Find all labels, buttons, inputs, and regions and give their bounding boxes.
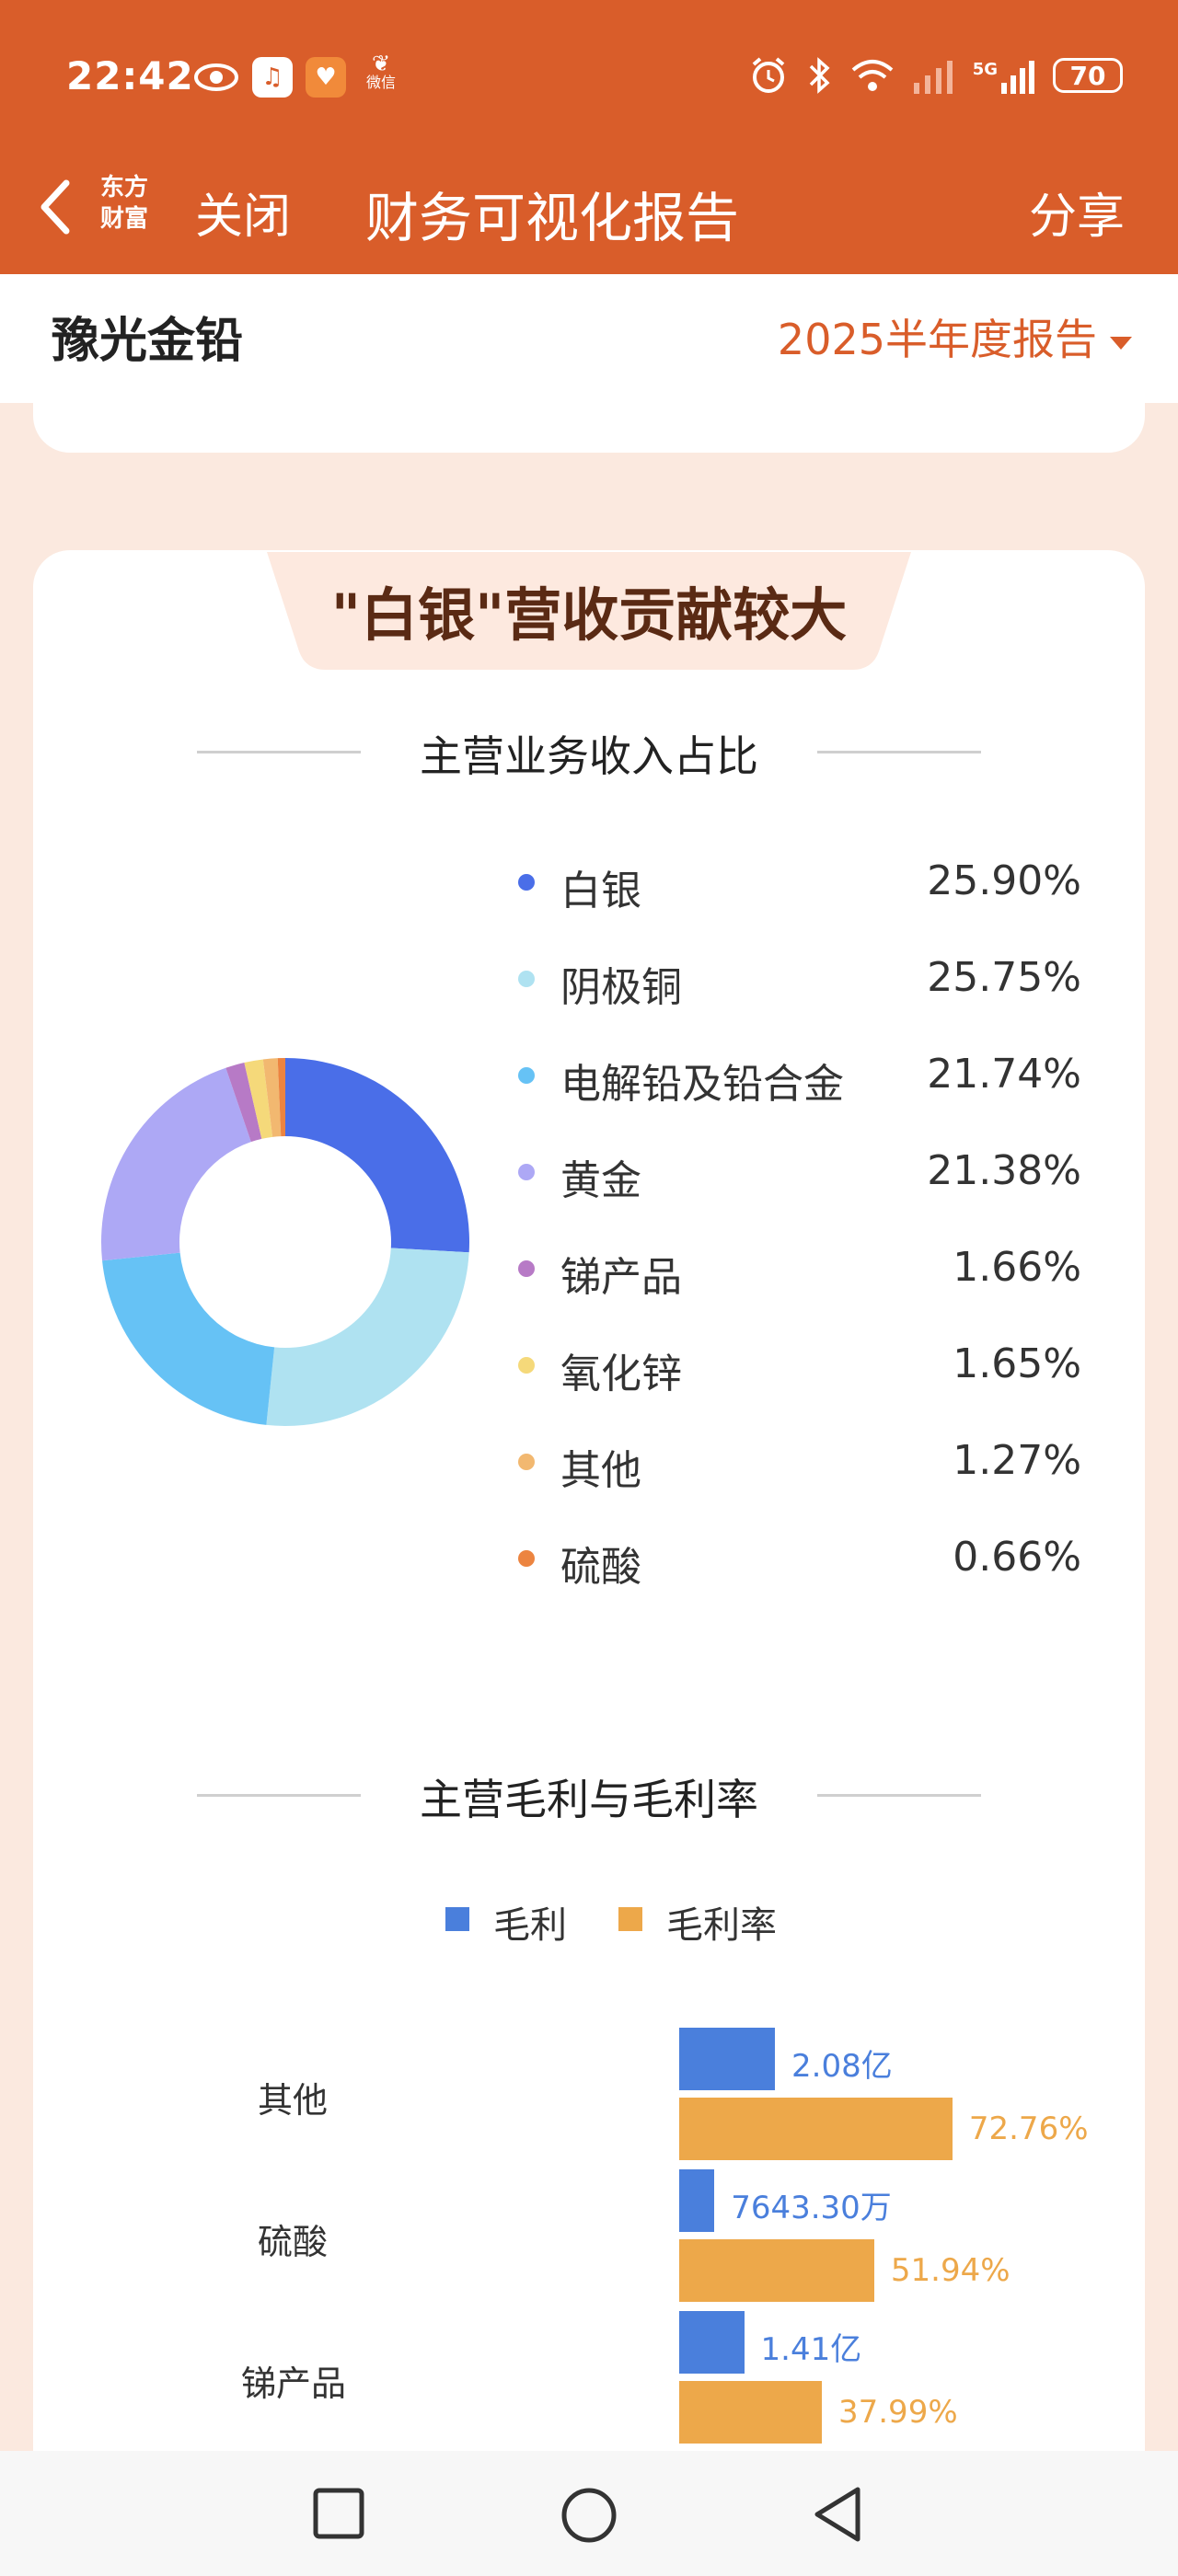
legend-item: 黄金 21.38% (511, 1145, 1081, 1204)
profit-legend-label: 毛利 (493, 1904, 567, 1947)
status-time: 22:42 (66, 53, 194, 98)
legend-label: 其他 (560, 1447, 641, 1494)
legend-dot (518, 874, 535, 891)
share-button[interactable]: 分享 (1029, 178, 1125, 247)
legend-dot (518, 971, 535, 987)
donut-slice-1 (266, 1248, 469, 1426)
legend-label: 锑产品 (560, 1254, 682, 1301)
alarm-icon (752, 57, 784, 93)
banner-title: "白银"营收贡献较大 (330, 581, 848, 649)
report-period-dropdown[interactable]: 2025半年度报告 (778, 306, 1132, 367)
profit-bar-label: 2.08亿 (791, 2048, 893, 2085)
legend-dot (518, 1454, 535, 1470)
profit-legend: 毛利 毛利率 (0, 1893, 1178, 1949)
legend-percent: 1.65% (953, 1340, 1081, 1387)
signal-icon (913, 61, 953, 94)
profit-bar (679, 2028, 775, 2090)
recents-square-icon[interactable] (311, 2486, 366, 2541)
music-icon: ♫ (252, 57, 293, 98)
margin-bar-label: 72.76% (968, 2110, 1089, 2147)
network-label: 5G (972, 60, 998, 79)
company-name: 豫光金铅 (52, 314, 244, 369)
legend-dot (518, 1260, 535, 1277)
battery-indicator: 70 (1053, 58, 1123, 93)
signal-5g-icon: 5G (973, 55, 1036, 96)
legend-label: 白银 (560, 868, 641, 914)
legend-item: 氧化锌 1.65% (511, 1339, 1081, 1397)
app-icon: ❦ 微信 (365, 51, 396, 91)
profit-bar-label: 1.41亿 (760, 2331, 862, 2368)
legend-dot (518, 1164, 535, 1180)
legend-item: 硫酸 0.66% (511, 1532, 1081, 1591)
report-period-label: 2025半年度报告 (777, 315, 1097, 364)
page-title-text: 财务可视化报告 (364, 187, 739, 249)
bluetooth-icon (809, 57, 830, 94)
legend-item: 其他 1.27% (511, 1435, 1081, 1494)
legend-dot (518, 1550, 535, 1567)
margin-bar (679, 2381, 822, 2444)
margin-bar-label: 37.99% (837, 2394, 958, 2431)
legend-percent: 25.75% (927, 954, 1081, 1001)
bar-category-label: 锑产品 (240, 2363, 346, 2404)
legend-label: 阴极铜 (560, 964, 682, 1011)
status-right-icons: 5G 70 (748, 55, 1123, 96)
home-circle-icon[interactable] (560, 2486, 618, 2545)
legend-percent: 1.27% (953, 1437, 1081, 1484)
wifi-icon (851, 60, 893, 91)
legend-item: 白银 25.90% (511, 856, 1081, 914)
margin-bar (679, 2098, 953, 2160)
app-icon-text: 微信 (365, 74, 396, 91)
legend-label: 硫酸 (560, 1544, 641, 1591)
donut-slice-2 (102, 1252, 275, 1425)
margin-bar-label: 51.94% (890, 2252, 1011, 2289)
company-bar: 豫光金铅 2025半年度报告 (0, 274, 1178, 403)
legend-label: 氧化锌 (560, 1351, 682, 1397)
revenue-section-title: 主营业务收入占比 (420, 731, 758, 781)
legend-percent: 21.38% (927, 1147, 1081, 1194)
legend-percent: 0.66% (953, 1534, 1081, 1581)
divider-line (817, 1794, 981, 1797)
divider-line (817, 751, 981, 753)
legend-item: 电解铅及铅合金 21.74% (511, 1049, 1081, 1108)
profit-bar (679, 2311, 745, 2374)
margin-bar (679, 2239, 874, 2302)
profit-bar-label: 7643.30万 (731, 2190, 892, 2226)
eye-icon (194, 63, 238, 91)
heart-app-icon: ♥ (306, 57, 346, 98)
nav-bar: 东方 财富 关闭 财务可视化报告 分享 (0, 161, 1178, 253)
margin-legend-swatch (618, 1907, 642, 1931)
margin-legend-label: 毛利率 (666, 1904, 777, 1947)
profit-legend-swatch (445, 1907, 469, 1931)
legend-percent: 21.74% (927, 1051, 1081, 1098)
system-nav-bar (0, 2451, 1178, 2576)
status-bar: 22:42 ♫ ♥ ❦ 微信 5G 70 (0, 0, 1178, 156)
status-left-icons: ♫ ♥ ❦ 微信 (193, 51, 403, 99)
dropdown-arrow-icon (1110, 336, 1132, 350)
legend-label: 黄金 (560, 1157, 641, 1204)
bar-category-label: 硫酸 (257, 2222, 328, 2262)
legend-dot (518, 1357, 535, 1374)
profit-bar (679, 2169, 715, 2232)
profit-section-title: 主营毛利与毛利率 (420, 1775, 758, 1824)
legend-percent: 25.90% (927, 857, 1081, 904)
legend-label: 电解铅及铅合金 (560, 1061, 844, 1108)
donut-slice-0 (285, 1058, 469, 1253)
previous-card-bottom (33, 396, 1145, 453)
app-header: 22:42 ♫ ♥ ❦ 微信 5G 70 东方 财富 关闭 财务可视化报告 分享 (0, 0, 1178, 274)
legend-percent: 1.66% (953, 1244, 1081, 1291)
legend-item: 锑产品 1.66% (511, 1242, 1081, 1301)
back-triangle-icon[interactable] (810, 2484, 865, 2545)
revenue-donut-chart (101, 1058, 469, 1426)
donut-slice-3 (101, 1067, 251, 1261)
legend-dot (518, 1067, 535, 1084)
legend-item: 阴极铜 25.75% (511, 952, 1081, 1011)
bar-category-label: 其他 (257, 2080, 328, 2121)
page-title: 财务可视化报告 (0, 175, 1178, 252)
